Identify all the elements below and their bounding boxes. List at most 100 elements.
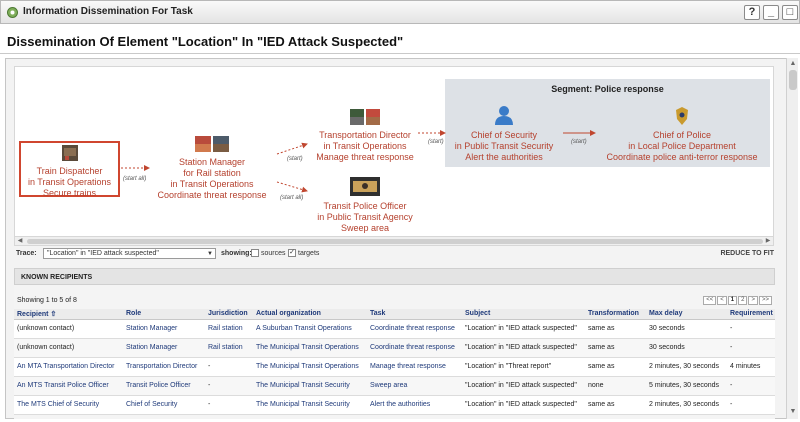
scroll-down-icon[interactable]: ▼ [788, 407, 798, 417]
trace-selected-value: "Location" in "IED attack suspected" [47, 250, 159, 257]
cell-organization-link[interactable]: The Municipal Transit Operations [253, 338, 367, 358]
scroll-thumb[interactable] [27, 239, 763, 244]
node-chief-of-security[interactable]: Chief of Security in Public Transit Secu… [447, 105, 561, 163]
targets-label: targets [298, 250, 320, 257]
column-header-jurisdiction[interactable]: Jurisdiction [205, 309, 253, 320]
known-recipients-header: KNOWN RECIPIENTS [14, 268, 775, 285]
node-transportation-director[interactable]: Transportation Director in Transit Opera… [309, 109, 421, 163]
pager-first-button[interactable]: << [703, 296, 717, 305]
reduce-to-fit-button[interactable]: REDUCE TO FIT [720, 250, 774, 257]
node-name: Chief of Police [652, 130, 712, 140]
chevron-down-icon: ▼ [207, 251, 213, 257]
node-org: in Local Police Department [628, 141, 736, 151]
pager-next-button[interactable]: > [748, 296, 758, 305]
scroll-left-icon[interactable]: ◀ [15, 237, 25, 245]
scroll-up-icon[interactable]: ▲ [788, 59, 798, 69]
minimize-button[interactable]: _ [763, 5, 779, 20]
link-label-start-all-2: (start all) [280, 195, 304, 201]
column-header-requirement[interactable]: Requirement [727, 309, 775, 320]
vertical-scrollbar[interactable]: ▲ ▼ [786, 58, 798, 419]
cell-recipient-link[interactable]: An MTA Transportation Director [14, 357, 123, 377]
diagram-horizontal-scrollbar[interactable]: ◀ ▶ [14, 236, 774, 246]
table-row: An MTA Transportation Director Transport… [14, 357, 775, 377]
cell-transformation: same as [585, 338, 646, 358]
cell-max-delay: 2 minutes, 30 seconds [646, 357, 727, 377]
pager-page-2[interactable]: 2 [738, 296, 748, 305]
cell-jurisdiction: - [205, 357, 253, 377]
cell-max-delay: 2 minutes, 30 seconds [646, 395, 727, 415]
cell-role-link[interactable]: Station Manager [123, 338, 205, 358]
column-header-transformation[interactable]: Transformation [585, 309, 646, 320]
cell-transformation: same as [585, 395, 646, 415]
photo-icon [350, 177, 380, 196]
cell-subject: "Location" in "IED attack suspected" [462, 338, 585, 358]
node-name: Transportation Director [319, 130, 411, 140]
pager-last-button[interactable]: >> [758, 296, 772, 305]
node-name: Chief of Security [470, 130, 538, 140]
dissemination-diagram: Segment: Police response (start all) (st… [14, 66, 774, 246]
node-task: Sweep area [340, 223, 390, 233]
known-recipients-panel: Showing 1 to 5 of 8 << <1 2 > >> Recipient ⇧… [14, 285, 775, 419]
cell-jurisdiction-link[interactable]: Rail station [205, 319, 253, 339]
column-header-recipient[interactable]: Recipient ⇧ [14, 309, 123, 320]
cell-recipient: (unknown contact) [14, 338, 123, 358]
window-titlebar: Information Dissemination For Task ? _ □ [0, 0, 800, 24]
maximize-button[interactable]: □ [782, 5, 798, 20]
node-station-manager[interactable]: Station Manager for Rail station in Tran… [149, 136, 275, 201]
header-divider [0, 53, 800, 54]
cell-role-link[interactable]: Transit Police Officer [123, 376, 205, 396]
cell-max-delay: 30 seconds [646, 338, 727, 358]
cell-task-link[interactable]: Sweep area [367, 376, 462, 396]
cell-role-link[interactable]: Chief of Security [123, 395, 205, 415]
cell-task-link[interactable]: Coordinate threat response [367, 319, 462, 339]
cell-task-link[interactable]: Alert the authorities [367, 395, 462, 415]
column-header-subject[interactable]: Subject [462, 309, 585, 320]
cell-role-link[interactable]: Transportation Director [123, 357, 205, 377]
pager-prev-button[interactable]: < [717, 296, 727, 305]
column-header-role[interactable]: Role [123, 309, 205, 320]
table-row: (unknown contact) Station Manager Rail s… [14, 338, 775, 358]
cell-max-delay: 5 minutes, 30 seconds [646, 376, 727, 396]
cell-transformation: same as [585, 319, 646, 339]
sources-label: sources [261, 250, 286, 257]
link-station-director [276, 142, 308, 155]
targets-checkbox[interactable]: ✓ [288, 249, 296, 257]
cell-subject: "Location" in "IED attack suspected" [462, 319, 585, 339]
node-jurisdiction: for Rail station [183, 168, 241, 178]
link-station-officer [276, 181, 308, 193]
cell-subject: "Location" in "IED attack suspected" [462, 395, 585, 415]
cell-organization-link[interactable]: The Municipal Transit Security [253, 395, 367, 415]
pager-page-1[interactable]: 1 [727, 296, 738, 305]
photo-group-icon [350, 109, 380, 125]
cell-subject: "Location" in "IED attack suspected" [462, 376, 585, 396]
cell-jurisdiction-link[interactable]: Rail station [205, 338, 253, 358]
link-label-start-1: (start) [287, 156, 303, 162]
node-train-dispatcher[interactable]: Train Dispatcher in Transit Operations S… [19, 141, 120, 198]
sources-checkbox[interactable] [251, 249, 259, 257]
cell-organization-link[interactable]: A Suburban Transit Operations [253, 319, 367, 339]
cell-recipient-link[interactable]: An MTS Transit Police Officer [14, 376, 123, 396]
cell-task-link[interactable]: Coordinate threat response [367, 338, 462, 358]
cell-recipient: (unknown contact) [14, 319, 123, 339]
help-button[interactable]: ? [744, 5, 760, 20]
column-header-max-delay[interactable]: Max delay [646, 309, 727, 320]
trace-toolbar: Trace: "Location" in "IED attack suspect… [14, 247, 774, 261]
scroll-right-icon[interactable]: ▶ [763, 237, 773, 245]
node-chief-of-police[interactable]: Chief of Police in Local Police Departme… [597, 107, 767, 163]
node-org: in Transit Operations [27, 177, 112, 187]
cell-transformation: same as [585, 357, 646, 377]
column-header-organization[interactable]: Actual organization [253, 309, 367, 320]
cell-organization-link[interactable]: The Municipal Transit Operations [253, 357, 367, 377]
column-header-task[interactable]: Task [367, 309, 462, 320]
cell-recipient-link[interactable]: The MTS Chief of Security [14, 395, 123, 415]
node-task: Coordinate police anti-terror response [606, 152, 758, 162]
cell-organization-link[interactable]: The Municipal Transit Security [253, 376, 367, 396]
scroll-thumb[interactable] [789, 70, 797, 90]
cell-max-delay: 30 seconds [646, 319, 727, 339]
node-name: Transit Police Officer [323, 201, 407, 211]
node-transit-police-officer[interactable]: Transit Police Officer in Public Transit… [309, 177, 421, 234]
cell-role-link[interactable]: Station Manager [123, 319, 205, 339]
cell-task-link[interactable]: Manage threat response [367, 357, 462, 377]
trace-select[interactable]: "Location" in "IED attack suspected" ▼ [43, 248, 216, 259]
cell-jurisdiction: - [205, 376, 253, 396]
